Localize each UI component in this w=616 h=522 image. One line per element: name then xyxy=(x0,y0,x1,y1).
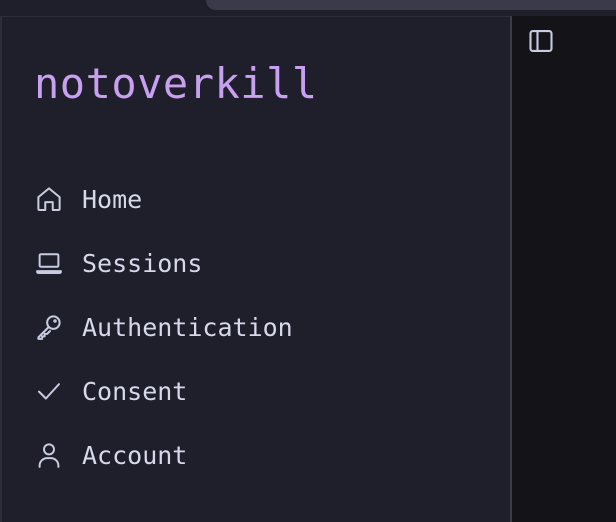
sidebar: notoverkill Home Sessions Authentication… xyxy=(0,16,511,522)
sidebar-item-label: Home xyxy=(82,184,143,214)
sidebar-toggle-button[interactable] xyxy=(526,28,556,58)
main-content xyxy=(512,16,616,522)
home-icon xyxy=(34,184,64,214)
sidebar-item-sessions[interactable]: Sessions xyxy=(34,231,293,295)
sidebar-item-label: Account xyxy=(82,440,188,470)
window-tab-strip xyxy=(206,0,616,10)
sidebar-nav: Home Sessions Authentication Consent Acc… xyxy=(34,167,293,487)
check-icon xyxy=(34,376,64,406)
laptop-icon xyxy=(34,248,64,278)
sidebar-item-home[interactable]: Home xyxy=(34,167,293,231)
sidebar-item-account[interactable]: Account xyxy=(34,423,293,487)
user-icon xyxy=(34,440,64,470)
sidebar-item-authentication[interactable]: Authentication xyxy=(34,295,293,359)
window-top-bar xyxy=(0,0,616,16)
sidebar-item-label: Sessions xyxy=(82,248,203,278)
sidebar-item-label: Authentication xyxy=(82,312,293,342)
sidebar-item-consent[interactable]: Consent xyxy=(34,359,293,423)
sidebar-toggle-icon xyxy=(527,27,555,59)
sidebar-item-label: Consent xyxy=(82,376,188,406)
brand-title: notoverkill xyxy=(34,59,318,108)
key-icon xyxy=(34,312,64,342)
